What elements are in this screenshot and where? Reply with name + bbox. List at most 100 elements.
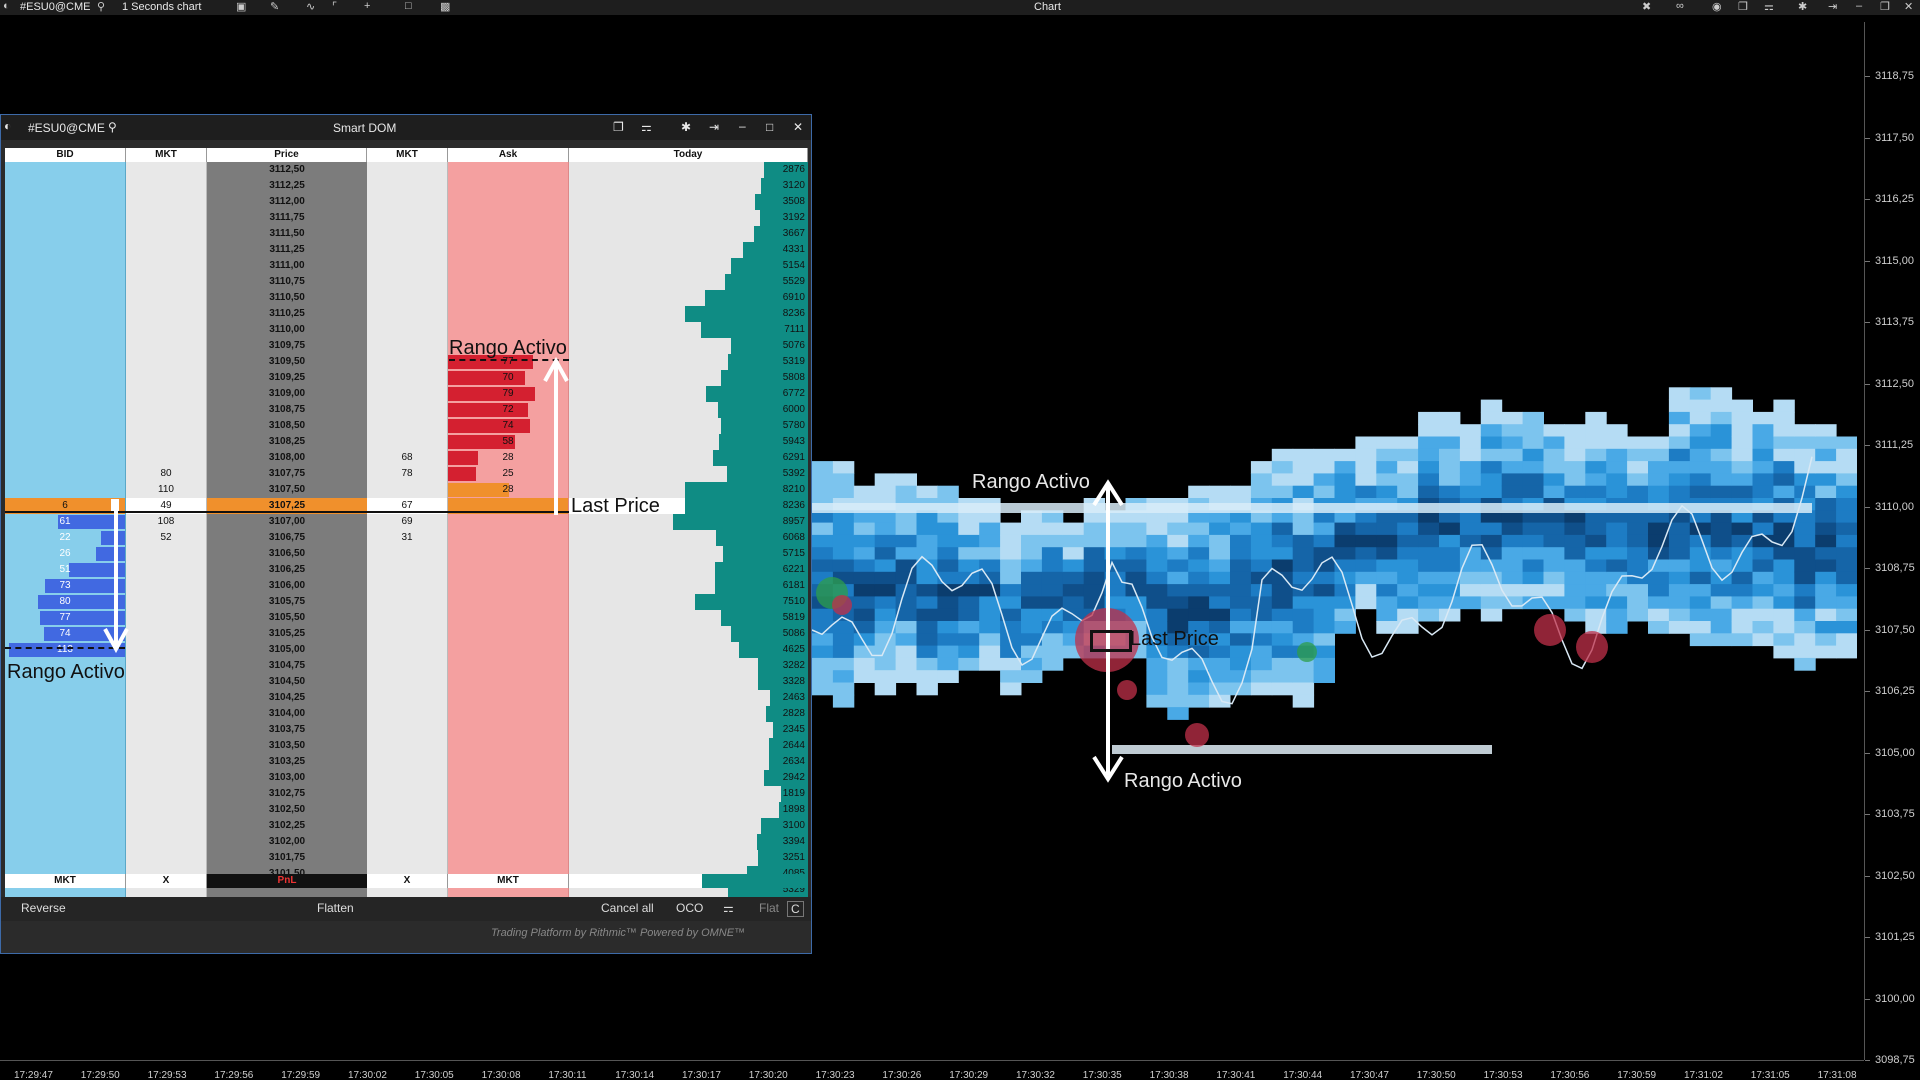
ask-mkt-cell[interactable] — [367, 786, 448, 802]
ask-cell[interactable] — [448, 786, 569, 802]
price-cell[interactable]: 3105,25 — [207, 626, 367, 642]
dom-row[interactable]: 3103,50 2644 — [5, 738, 808, 754]
ask-mkt-cell[interactable] — [367, 322, 448, 338]
bid-cell[interactable] — [5, 722, 126, 738]
bid-mkt-cell[interactable] — [126, 610, 207, 626]
bid-cell[interactable] — [5, 738, 126, 754]
reverse-button[interactable]: Reverse — [21, 901, 66, 915]
dom-row[interactable]: 3102,25 3100 — [5, 818, 808, 834]
price-cell[interactable]: 3108,25 — [207, 434, 367, 450]
ask-cell[interactable] — [448, 322, 569, 338]
ask-mkt-cell[interactable] — [367, 722, 448, 738]
ask-cell[interactable] — [448, 306, 569, 322]
bid-cell[interactable] — [5, 386, 126, 402]
chart-symbol[interactable]: #ESU0@CME — [20, 1, 90, 13]
bid-mkt-cell[interactable] — [126, 290, 207, 306]
bid-cell[interactable] — [5, 290, 126, 306]
price-cell[interactable]: 3108,50 — [207, 418, 367, 434]
dom-minimize-icon[interactable]: – — [739, 119, 746, 133]
price-cell[interactable]: 3111,50 — [207, 226, 367, 242]
bid-cell[interactable] — [5, 466, 126, 482]
dom-row[interactable]: 3108,50 74 5780 — [5, 418, 808, 434]
restore-icon[interactable]: ❐ — [1880, 0, 1890, 13]
bid-cell[interactable] — [5, 402, 126, 418]
price-cell[interactable]: 3104,50 — [207, 674, 367, 690]
ask-cell[interactable] — [448, 226, 569, 242]
dom-row[interactable]: 3111,50 3667 — [5, 226, 808, 242]
camera-icon[interactable]: ◉ — [1712, 0, 1722, 13]
dom-row[interactable]: 3112,00 3508 — [5, 194, 808, 210]
bid-mkt-cell[interactable] — [126, 338, 207, 354]
ask-mkt-cell[interactable]: 31 — [367, 530, 448, 546]
price-cell[interactable]: 3104,00 — [207, 706, 367, 722]
ask-mkt-cell[interactable] — [367, 402, 448, 418]
price-cell[interactable]: 3107,50 — [207, 482, 367, 498]
bid-mkt-cell[interactable] — [126, 626, 207, 642]
bid-mkt-cell[interactable] — [126, 562, 207, 578]
dom-row[interactable]: 3111,25 4331 — [5, 242, 808, 258]
price-cell[interactable]: 3108,75 — [207, 402, 367, 418]
ask-mkt-cell[interactable] — [367, 834, 448, 850]
dom-row[interactable]: 3104,75 3282 — [5, 658, 808, 674]
ask-mkt-cell[interactable] — [367, 594, 448, 610]
bid-cell[interactable] — [5, 226, 126, 242]
header-ask[interactable]: Ask — [448, 148, 569, 162]
dom-maximize-icon[interactable]: □ — [766, 120, 773, 134]
bid-mkt-cell[interactable] — [126, 322, 207, 338]
price-cell[interactable]: 3106,75 — [207, 530, 367, 546]
ask-mkt-cell[interactable] — [367, 242, 448, 258]
ask-cell[interactable] — [448, 690, 569, 706]
flatten-button[interactable]: Flatten — [317, 901, 354, 915]
bid-cell[interactable] — [5, 210, 126, 226]
footer-bid-mkt-button[interactable]: MKT — [5, 874, 126, 888]
ask-mkt-cell[interactable] — [367, 194, 448, 210]
display-icon[interactable]: ▣ — [236, 0, 246, 13]
ask-cell[interactable] — [448, 626, 569, 642]
header-today[interactable]: Today — [569, 148, 808, 162]
bid-mkt-cell[interactable] — [126, 706, 207, 722]
bid-mkt-cell[interactable] — [126, 642, 207, 658]
ask-mkt-cell[interactable] — [367, 434, 448, 450]
bid-cell[interactable] — [5, 834, 126, 850]
bid-cell[interactable] — [5, 258, 126, 274]
ask-cell[interactable] — [448, 594, 569, 610]
dom-row[interactable]: 3109,00 79 6772 — [5, 386, 808, 402]
price-cell[interactable]: 3101,75 — [207, 850, 367, 866]
ask-mkt-cell[interactable] — [367, 850, 448, 866]
bid-mkt-cell[interactable] — [126, 754, 207, 770]
dom-row[interactable]: 3112,50 2876 — [5, 162, 808, 178]
bid-mkt-cell[interactable] — [126, 770, 207, 786]
bid-cell[interactable] — [5, 770, 126, 786]
bid-mkt-cell[interactable] — [126, 658, 207, 674]
ask-mkt-cell[interactable] — [367, 546, 448, 562]
ask-cell[interactable] — [448, 546, 569, 562]
ask-cell[interactable] — [448, 290, 569, 306]
ask-cell[interactable] — [448, 738, 569, 754]
bid-mkt-cell[interactable] — [126, 418, 207, 434]
ask-cell[interactable] — [448, 754, 569, 770]
bid-mkt-cell[interactable] — [126, 434, 207, 450]
bid-mkt-cell[interactable] — [126, 370, 207, 386]
bid-cell[interactable] — [5, 338, 126, 354]
bid-mkt-cell[interactable]: 52 — [126, 530, 207, 546]
dom-row[interactable]: 3111,75 3192 — [5, 210, 808, 226]
bid-mkt-cell[interactable] — [126, 386, 207, 402]
ask-mkt-cell[interactable]: 69 — [367, 514, 448, 530]
ask-cell[interactable] — [448, 258, 569, 274]
oco-button[interactable]: OCO — [676, 901, 703, 915]
bid-mkt-cell[interactable] — [126, 402, 207, 418]
bid-mkt-cell[interactable] — [126, 226, 207, 242]
header-bid[interactable]: BID — [5, 148, 126, 162]
ask-cell[interactable] — [448, 770, 569, 786]
dom-pin-icon[interactable]: ⇥ — [709, 120, 719, 134]
minimize-icon[interactable]: – — [1856, 0, 1862, 12]
bid-mkt-cell[interactable] — [126, 258, 207, 274]
ask-mkt-cell[interactable] — [367, 642, 448, 658]
bid-mkt-cell[interactable] — [126, 834, 207, 850]
price-axis[interactable]: 3118,75 3117,50 3116,25 3115,00 3113,75 3112,… — [1864, 22, 1920, 1066]
footer-ask-mkt-button[interactable]: MKT — [448, 874, 569, 888]
price-cell[interactable]: 3110,00 — [207, 322, 367, 338]
price-cell[interactable]: 3105,75 — [207, 594, 367, 610]
ask-cell[interactable] — [448, 178, 569, 194]
price-cell[interactable]: 3106,00 — [207, 578, 367, 594]
